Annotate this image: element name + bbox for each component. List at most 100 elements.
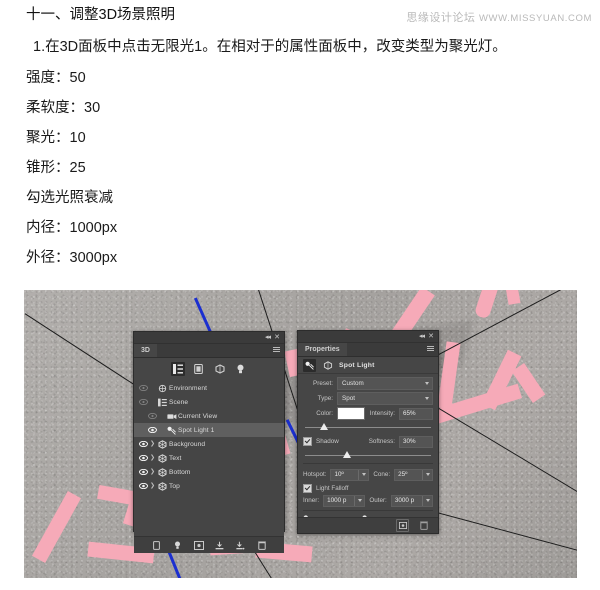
watermark-cn: 思缘设计论坛 [406, 12, 476, 24]
spotlight-icon[interactable] [303, 358, 316, 372]
type-select[interactable]: Spot [337, 392, 433, 405]
ground-shadow-icon[interactable] [214, 540, 225, 551]
scene-filter-icon[interactable] [170, 362, 185, 376]
panel-3d-titlebar[interactable]: ◂◂ ✕ [134, 332, 284, 344]
chevron-down-icon[interactable] [354, 495, 364, 506]
chevron-down-icon[interactable] [422, 469, 432, 480]
ground-plane-icon[interactable] [235, 540, 246, 551]
slider-knob[interactable] [342, 451, 351, 458]
chevron-down-icon [425, 397, 429, 400]
mesh-icon [156, 481, 169, 491]
step-1-paragraph: 1.在3D面板中点击无限光1。在相对于的属性面板中，改变类型为聚光灯。 [33, 39, 507, 55]
collapse-icon[interactable]: ◂◂ [265, 334, 271, 341]
color-label: Color: [316, 410, 333, 417]
tree-row-scene[interactable]: Scene [134, 395, 284, 409]
light-falloff-checkbox[interactable] [303, 483, 312, 493]
add-mesh-icon[interactable] [151, 540, 162, 551]
tree-row-label: Spot Light 1 [178, 426, 215, 434]
param-softness-line: 柔软度：30 [26, 100, 101, 116]
visibility-toggle-icon[interactable] [146, 413, 158, 419]
visibility-toggle-icon[interactable] [146, 427, 158, 433]
materials-filter-icon[interactable] [192, 362, 206, 376]
type-value: Spot [342, 395, 355, 402]
visibility-toggle-icon[interactable] [137, 483, 149, 489]
visibility-toggle-icon[interactable] [137, 455, 149, 461]
tree-row-label: Background [169, 440, 206, 448]
meshes-filter-icon[interactable] [213, 362, 227, 376]
tree-row-environment[interactable]: Environment [134, 381, 284, 395]
param-intensity-line: 强度：50 [26, 70, 86, 86]
close-icon[interactable]: ✕ [274, 334, 280, 341]
type-row: Type: Spot [303, 392, 433, 405]
inner-field[interactable]: 1000 p [323, 494, 366, 507]
panel-3d-tabrow: 3D [134, 344, 284, 358]
watermark-url: WWW.MISSYUAN.COM [478, 13, 592, 24]
hotspot-label: Hotspot: [303, 471, 327, 478]
intensity-value: 65% [403, 410, 416, 417]
section-divider [303, 463, 433, 464]
tree-row-bottom[interactable]: ❯ Bottom [134, 465, 284, 479]
slider-knob[interactable] [320, 423, 329, 430]
outer-field[interactable]: 3000 p [390, 494, 433, 507]
panel-menu-icon[interactable] [273, 347, 280, 353]
tree-row-top[interactable]: ❯ Top [134, 479, 284, 493]
softness-value: 30% [403, 438, 416, 445]
cone-field[interactable]: 25º [394, 468, 433, 481]
intensity-slider[interactable] [305, 422, 431, 432]
hotspot-field[interactable]: 10º [330, 468, 370, 481]
expand-twisty[interactable]: ❯ [149, 437, 156, 451]
panel-3d[interactable]: ◂◂ ✕ 3D Environment Scene Current View S… [133, 331, 285, 553]
render-icon[interactable] [396, 519, 409, 532]
type-label: Type: [317, 395, 333, 402]
tree-row-text[interactable]: ❯ Text [134, 451, 284, 465]
lights-filter-icon[interactable] [234, 362, 248, 376]
outer-label: Outer: [369, 497, 387, 504]
softness-slider[interactable] [305, 450, 431, 460]
expand-twisty[interactable]: ❯ [149, 451, 156, 465]
panel-menu-icon[interactable] [427, 346, 434, 352]
preset-label: Preset: [313, 380, 333, 387]
tree-row-label: Scene [169, 398, 189, 406]
tab-properties[interactable]: Properties [298, 343, 347, 356]
chevron-down-icon[interactable] [358, 469, 368, 480]
collapse-icon[interactable]: ◂◂ [419, 333, 425, 340]
panel-properties[interactable]: ◂◂ ✕ Properties Spot Light Preset: Custo… [297, 330, 439, 534]
tree-row-current-view[interactable]: Current View [134, 409, 284, 423]
coordinates-icon[interactable] [321, 359, 334, 372]
properties-header: Spot Light [298, 357, 438, 374]
chevron-down-icon [425, 382, 429, 385]
preset-row: Preset: Custom [303, 377, 433, 390]
environment-icon [156, 384, 169, 393]
tab-3d[interactable]: 3D [134, 344, 157, 357]
intensity-label: Intensity: [369, 410, 395, 417]
tree-row-spot-light-1[interactable]: Spot Light 1 [134, 423, 284, 437]
visibility-toggle-icon[interactable] [137, 399, 149, 405]
chevron-down-icon[interactable] [422, 495, 432, 506]
panel-3d-bottom-toolbar [134, 536, 284, 553]
panel-properties-titlebar[interactable]: ◂◂ ✕ [298, 331, 438, 343]
param-cone-line: 锥形：25 [26, 160, 86, 176]
color-swatch[interactable] [337, 407, 365, 420]
article-text-block: 思缘设计论坛 WWW.MISSYUAN.COM 十一、调整3D场景照明 1.在3… [0, 0, 600, 282]
intensity-field[interactable]: 65% [399, 407, 433, 420]
shadow-checkbox[interactable] [303, 437, 312, 446]
delete-icon[interactable] [256, 540, 267, 551]
visibility-toggle-icon[interactable] [137, 469, 149, 475]
mesh-icon [156, 467, 169, 477]
shadow-label: Shadow [316, 438, 339, 445]
softness-field[interactable]: 30% [399, 435, 433, 448]
param-inner-line: 内径：1000px [26, 220, 118, 236]
expand-twisty[interactable]: ❯ [149, 479, 156, 493]
close-icon[interactable]: ✕ [428, 333, 434, 340]
tree-row-background[interactable]: ❯ Background [134, 437, 284, 451]
render-icon[interactable] [193, 540, 204, 551]
scene-tree-list[interactable]: Environment Scene Current View Spot Ligh… [134, 380, 284, 536]
expand-twisty[interactable]: ❯ [149, 465, 156, 479]
panel-properties-bottom-toolbar [298, 517, 438, 533]
preset-select[interactable]: Custom [337, 377, 433, 390]
delete-icon[interactable] [418, 520, 429, 531]
visibility-toggle-icon[interactable] [137, 441, 149, 447]
visibility-toggle-icon[interactable] [137, 385, 149, 391]
param-hotspot-line: 聚光：10 [26, 130, 86, 146]
add-light-icon[interactable] [172, 540, 183, 551]
